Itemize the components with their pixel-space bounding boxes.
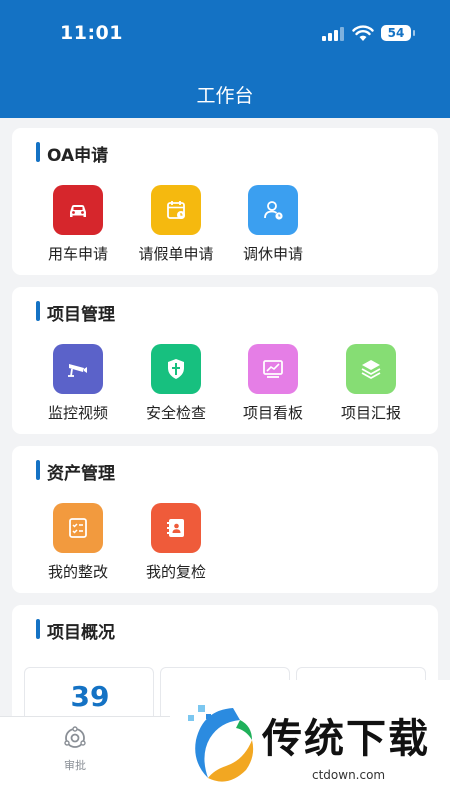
tile-leave-request[interactable]: 请假单申请	[126, 185, 226, 264]
tile-label: 用车申请	[47, 245, 108, 263]
tile-my-rectification[interactable]: 我的整改	[28, 503, 128, 582]
status-bar: 11:01 54	[0, 0, 450, 64]
top-bar: 11:01 54 工作台	[0, 0, 450, 118]
tile-project-report[interactable]: 项目汇报	[321, 344, 421, 423]
status-time: 11:01	[60, 22, 123, 44]
tile-monitor-video[interactable]: 监控视频	[28, 344, 128, 423]
section-title-project: 项目管理	[36, 300, 115, 325]
tile-label: 我的复检	[145, 563, 206, 581]
tile-label: 请假单申请	[138, 245, 214, 263]
layers-icon	[346, 344, 396, 394]
tile-label: 监控视频	[47, 404, 108, 422]
tile-label: 安全检查	[145, 404, 206, 422]
project-section-card: 项目管理 监控视频 安全检查 项目看板 项目汇报	[12, 287, 438, 434]
checklist-icon	[53, 503, 103, 553]
tile-safety-check[interactable]: 安全检查	[126, 344, 226, 423]
oa-section-card: OA申请 用车申请 请假单申请 调休申请	[12, 128, 438, 275]
tab-approve[interactable]: 审批	[50, 725, 100, 773]
watermark-text: 传统下载	[262, 716, 430, 762]
user-clock-icon	[248, 185, 298, 235]
watermark-overlay: 传统下载 ctdown.com	[170, 680, 450, 800]
contact-book-icon	[151, 503, 201, 553]
section-title-overview: 项目概况	[36, 618, 115, 643]
chart-board-icon	[248, 344, 298, 394]
section-title-oa: OA申请	[36, 141, 108, 166]
tile-label: 项目看板	[242, 404, 303, 422]
cellular-signal-icon	[322, 27, 346, 41]
stat-value: 39	[70, 680, 110, 713]
car-icon	[53, 185, 103, 235]
asset-section-card: 资产管理 我的整改 我的复检	[12, 446, 438, 593]
page-title: 工作台	[196, 85, 254, 107]
battery-indicator: 54	[381, 25, 415, 41]
tile-my-recheck[interactable]: 我的复检	[126, 503, 226, 582]
wifi-icon	[352, 25, 374, 41]
watermark-logo-icon	[188, 705, 254, 782]
shield-icon	[151, 344, 201, 394]
tile-label: 调休申请	[242, 245, 303, 263]
section-title-asset: 资产管理	[36, 459, 115, 484]
tab-label: 审批	[64, 759, 86, 772]
camera-icon	[53, 344, 103, 394]
approve-tab-icon	[64, 726, 86, 748]
calendar-icon	[151, 185, 201, 235]
tile-shift-rest-request[interactable]: 调休申请	[223, 185, 323, 264]
tile-label: 我的整改	[47, 563, 108, 581]
tile-project-board[interactable]: 项目看板	[223, 344, 323, 423]
tile-car-request[interactable]: 用车申请	[28, 185, 128, 264]
watermark-url: ctdown.com	[312, 768, 386, 782]
tile-label: 项目汇报	[340, 404, 401, 422]
